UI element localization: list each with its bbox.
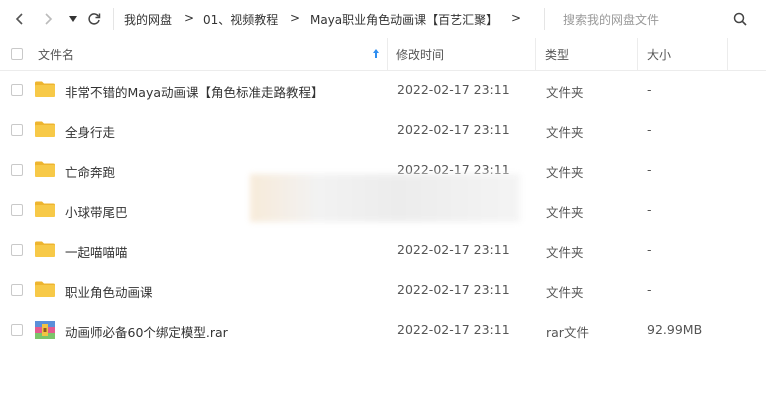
folder-icon <box>35 121 55 137</box>
rar-archive-icon <box>35 321 55 339</box>
folder-icon <box>34 200 56 218</box>
forward-button[interactable] <box>38 9 58 29</box>
column-divider[interactable] <box>387 38 388 70</box>
breadcrumb-item-current[interactable]: Maya职业角色动画课【百艺汇聚】 <box>310 11 498 28</box>
file-modified-time: 2022-02-17 23:11 <box>397 282 510 297</box>
toolbar-divider <box>113 8 114 30</box>
file-name[interactable]: 亡命奔跑 <box>65 162 115 181</box>
file-size: - <box>647 202 652 217</box>
column-header-size[interactable]: 大小 <box>647 46 671 63</box>
breadcrumb-item-video-tutorials[interactable]: 01、视频教程 <box>203 11 278 28</box>
chevron-right-icon <box>45 13 53 25</box>
column-divider[interactable] <box>535 38 536 70</box>
chevron-left-icon <box>15 13 23 25</box>
file-name[interactable]: 职业角色动画课 <box>65 282 153 301</box>
select-all-checkbox[interactable] <box>11 48 23 60</box>
column-header-name[interactable]: 文件名 <box>38 46 74 63</box>
file-type: 文件夹 <box>546 85 584 100</box>
column-divider[interactable] <box>727 38 728 70</box>
refresh-icon <box>88 13 101 25</box>
file-modified-time: 2022-02-17 23:11 <box>397 82 510 97</box>
folder-icon <box>35 201 55 217</box>
file-row[interactable]: 非常不错的Maya动画课【角色标准走路教程】 2022-02-17 23:11 文件… <box>0 70 766 110</box>
search-input[interactable]: 搜索我的网盘文件 <box>563 11 659 28</box>
file-type: 文件夹 <box>546 165 584 180</box>
file-size: 92.99MB <box>647 322 703 337</box>
history-dropdown-button[interactable] <box>63 9 83 29</box>
file-type: 文件夹 <box>546 125 584 140</box>
file-modified-time: 2022-02-17 23:11 <box>397 122 510 137</box>
rar-archive-icon <box>34 320 56 339</box>
redaction-blur <box>250 174 520 222</box>
file-type: rar文件 <box>546 325 589 340</box>
file-list-header: 文件名 修改时间 类型 大小 <box>0 38 766 71</box>
file-name[interactable]: 小球带尾巴 <box>65 202 128 221</box>
breadcrumb-separator: > <box>184 11 195 25</box>
row-checkbox[interactable] <box>11 284 23 296</box>
file-modified-time: 2022-02-17 23:11 <box>397 322 510 337</box>
column-header-type[interactable]: 类型 <box>545 46 569 63</box>
breadcrumb-separator: > <box>290 11 301 25</box>
file-name[interactable]: 动画师必备60个绑定模型.rar <box>65 322 228 341</box>
file-type: 文件夹 <box>546 205 584 220</box>
breadcrumb-separator: > <box>511 11 522 25</box>
file-modified-time: 2022-02-17 23:11 <box>397 242 510 257</box>
row-checkbox[interactable] <box>11 164 23 176</box>
file-row[interactable]: 动画师必备60个绑定模型.rar 2022-02-17 23:11 rar文件 92.… <box>0 310 766 350</box>
toolbar: 我的网盘 > 01、视频教程 > Maya职业角色动画课【百艺汇聚】 > 搜索我… <box>0 0 766 38</box>
file-name[interactable]: 非常不错的Maya动画课【角色标准走路教程】 <box>65 82 324 101</box>
row-checkbox[interactable] <box>11 324 23 336</box>
file-name[interactable]: 一起喵喵喵 <box>65 242 128 261</box>
refresh-button[interactable] <box>84 9 104 29</box>
folder-icon <box>34 240 56 258</box>
folder-icon <box>35 281 55 297</box>
column-divider[interactable] <box>637 38 638 70</box>
file-size: - <box>647 242 652 257</box>
file-row[interactable]: 一起喵喵喵 2022-02-17 23:11 文件夹 - <box>0 230 766 270</box>
row-checkbox[interactable] <box>11 124 23 136</box>
file-name[interactable]: 全身行走 <box>65 122 115 141</box>
column-header-modified[interactable]: 修改时间 <box>396 46 444 63</box>
file-row[interactable]: 职业角色动画课 2022-02-17 23:11 文件夹 - <box>0 270 766 310</box>
folder-icon <box>34 160 56 178</box>
file-size: - <box>647 162 652 177</box>
file-row[interactable]: 全身行走 2022-02-17 23:11 文件夹 - <box>0 110 766 150</box>
folder-icon <box>34 280 56 298</box>
row-checkbox[interactable] <box>11 244 23 256</box>
toolbar-divider <box>544 8 545 30</box>
file-type: 文件夹 <box>546 285 584 300</box>
breadcrumb-item-root[interactable]: 我的网盘 <box>124 11 172 28</box>
row-checkbox[interactable] <box>11 84 23 96</box>
file-size: - <box>647 282 652 297</box>
search-icon <box>733 12 747 26</box>
folder-icon <box>35 241 55 257</box>
folder-icon <box>35 81 55 97</box>
caret-down-icon <box>69 16 77 22</box>
sort-ascending-icon[interactable] <box>372 48 380 59</box>
back-button[interactable] <box>10 9 30 29</box>
file-type: 文件夹 <box>546 245 584 260</box>
folder-icon <box>34 80 56 98</box>
row-checkbox[interactable] <box>11 204 23 216</box>
file-size: - <box>647 82 652 97</box>
folder-icon <box>34 120 56 138</box>
folder-icon <box>35 161 55 177</box>
search-button[interactable] <box>730 9 750 29</box>
file-size: - <box>647 122 652 137</box>
